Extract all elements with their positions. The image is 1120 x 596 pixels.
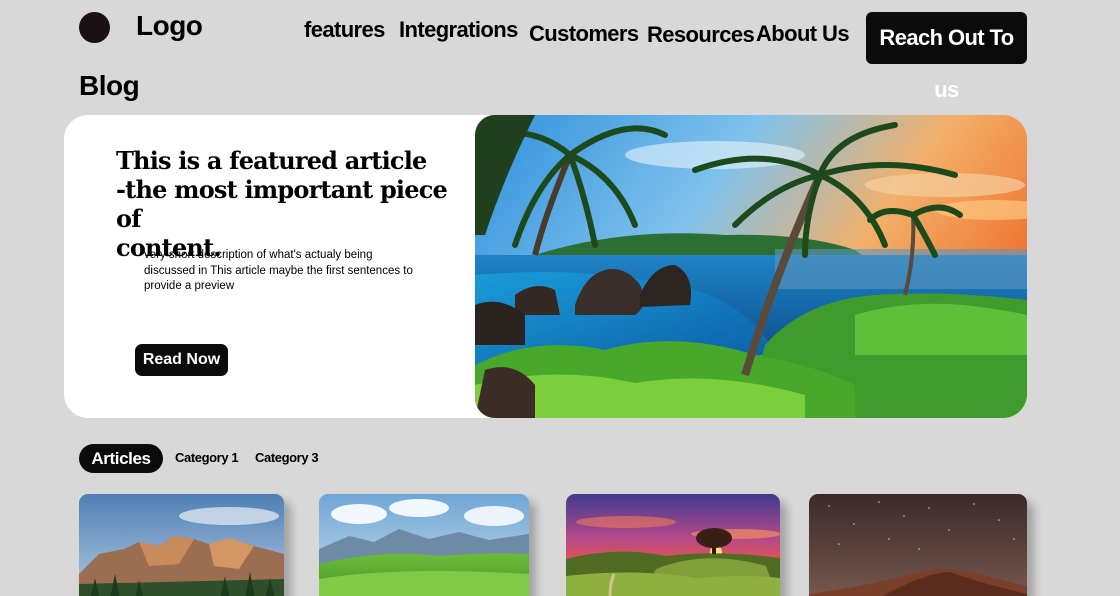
meadow-thumbnail-image — [319, 494, 529, 596]
blog-page: Logo features Integrations Customers Res… — [0, 0, 1120, 596]
article-card-mountains[interactable] — [79, 494, 284, 596]
reach-out-button[interactable]: Reach Out To us — [866, 12, 1027, 102]
category-tab-1[interactable]: Category 1 — [175, 450, 239, 465]
article-card-meadow[interactable] — [319, 494, 529, 596]
featured-article-title: This is a featured article -the most imp… — [116, 146, 476, 262]
mountain-thumbnail-image — [79, 494, 284, 596]
category-tab-3[interactable]: Category 3 — [255, 450, 319, 465]
article-card-sunset[interactable] — [566, 494, 780, 596]
featured-article-description: very short description of what's actualy… — [144, 249, 413, 292]
nav-link-resources[interactable]: Resources — [647, 22, 755, 48]
featured-article-card[interactable]: This is a featured article -the most imp… — [64, 115, 1027, 418]
desert-night-thumbnail-image — [809, 494, 1027, 596]
featured-title-line-1: This is a featured article — [116, 146, 427, 175]
article-card-desert-night[interactable] — [809, 494, 1027, 596]
category-tab-articles[interactable]: Articles — [79, 444, 163, 473]
page-title: Blog — [79, 70, 140, 101]
logo-text[interactable]: Logo — [136, 10, 203, 42]
read-now-button[interactable]: Read Now — [135, 344, 228, 376]
logo-mark[interactable] — [79, 12, 110, 43]
featured-article-image — [475, 115, 1027, 418]
nav-link-customers[interactable]: Customers — [529, 21, 639, 47]
nav-link-about-us[interactable]: About Us — [756, 21, 850, 47]
nav-link-integrations[interactable]: Integrations — [399, 17, 518, 43]
sunset-thumbnail-image — [566, 494, 780, 596]
featured-title-line-2: -the most important piece of — [116, 175, 448, 233]
nav-link-features[interactable]: features — [304, 17, 385, 43]
